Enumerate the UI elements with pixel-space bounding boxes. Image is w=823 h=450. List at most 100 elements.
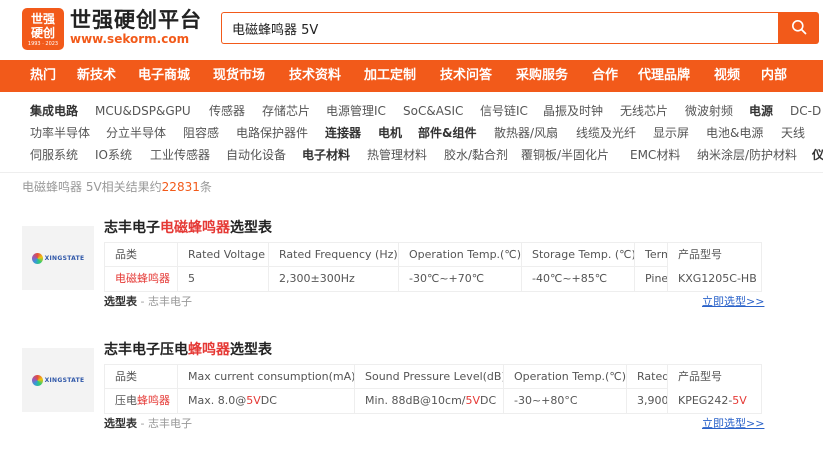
category-item[interactable]: 覆铜板/半固化片: [521, 144, 609, 166]
logo-line2: 硬创: [30, 26, 55, 40]
category-item[interactable]: 连接器: [325, 122, 361, 144]
table-cell: 5: [178, 267, 269, 291]
category-item[interactable]: 电源管理IC: [326, 100, 386, 122]
category-item[interactable]: 存储芯片: [262, 100, 310, 122]
card-title[interactable]: 志丰电子电磁蜂鸣器选型表: [104, 218, 272, 238]
card-title-highlight: 蜂鸣器: [188, 342, 230, 358]
nav-item-spot-market[interactable]: 现货市场: [213, 60, 265, 92]
meta-source: 志丰电子: [147, 417, 192, 430]
category-item[interactable]: 微波射频: [685, 100, 733, 122]
nav-item-brands[interactable]: 代理品牌: [638, 60, 690, 92]
category-item[interactable]: 电子材料: [302, 144, 350, 166]
table-cell: 压电蜂鸣器: [105, 389, 178, 413]
category-item[interactable]: 功率半导体: [30, 122, 90, 144]
meta-tag: 选型表: [104, 417, 137, 430]
meta-separator: -: [140, 295, 145, 308]
select-now-link[interactable]: 立即选型>>: [702, 416, 764, 432]
result-summary: 电磁蜂鸣器 5V相关结果约22831条: [22, 178, 212, 196]
category-prefix: 压电: [115, 394, 137, 407]
category-item[interactable]: 天线: [781, 122, 805, 144]
result-card: XINGSTATE 志丰电子压电蜂鸣器选型表 品类 Max current co…: [22, 340, 802, 436]
nav-item-tech-docs[interactable]: 技术资料: [289, 60, 341, 92]
cell-text: Min. 88dB@10cm/: [365, 394, 466, 407]
logo-text: XINGSTATE: [44, 254, 85, 262]
column-header: Max current consumption(mA): [178, 365, 355, 389]
category-item[interactable]: 纳米涂层/防护材料: [697, 144, 797, 166]
card-title-suffix: 选型表: [230, 342, 272, 358]
category-item[interactable]: 显示屏: [653, 122, 689, 144]
category-item[interactable]: 分立半导体: [106, 122, 166, 144]
nav-item-mall[interactable]: 电子商城: [138, 60, 190, 92]
category-item[interactable]: 传感器: [209, 100, 245, 122]
result-summary-prefix: 电磁蜂鸣器 5V相关结果约: [22, 180, 162, 194]
brand-logo[interactable]: XINGSTATE: [22, 348, 94, 412]
nav-item-hot[interactable]: 热门: [30, 60, 56, 92]
table-cell: KXG1205C-HB: [667, 267, 761, 291]
brand[interactable]: 世强硬创平台 www.sekorm.com: [70, 8, 202, 46]
main-nav: 热门 新技术 电子商城 现货市场 技术资料 加工定制 技术问答 采购服务 合作 …: [0, 60, 823, 92]
nav-item-cooperation[interactable]: 合作: [592, 60, 618, 92]
category-item[interactable]: 散热器/风扇: [494, 122, 558, 144]
category-item[interactable]: SoC&ASIC: [403, 100, 463, 122]
nav-item-internal[interactable]: 内部: [761, 60, 787, 92]
cell-text: KPEG242-: [678, 394, 733, 407]
nav-item-qa[interactable]: 技术问答: [440, 60, 492, 92]
table-cell: 电磁蜂鸣器: [105, 267, 178, 291]
nav-item-video[interactable]: 视频: [714, 60, 740, 92]
category-item[interactable]: 仪: [812, 144, 823, 166]
category-item[interactable]: 工业传感器: [150, 144, 210, 166]
nav-item-custom[interactable]: 加工定制: [364, 60, 416, 92]
column-header: Rated Frequency (Hz): [269, 243, 399, 267]
category-item[interactable]: 电路保护器件: [236, 122, 308, 144]
category-item[interactable]: 胶水/黏合剂: [444, 144, 508, 166]
table-cell: -30℃~+70℃: [399, 267, 522, 291]
brand-url: www.sekorm.com: [70, 32, 190, 46]
category-item[interactable]: 阻容感: [183, 122, 219, 144]
logo-mark-icon: [31, 252, 43, 264]
meta-separator: -: [140, 417, 145, 430]
xingstate-logo: XINGSTATE: [31, 374, 85, 386]
search-input[interactable]: [222, 13, 779, 43]
category-item[interactable]: 自动化设备: [226, 144, 286, 166]
table-cell: -30~+80°C: [504, 389, 627, 413]
category-item[interactable]: MCU&DSP&GPU: [95, 100, 191, 122]
column-header: Operation Temp.(℃): [399, 243, 522, 267]
spec-table: 品类 Rated Voltage Rated Frequency (Hz) Op…: [104, 242, 762, 292]
category-item[interactable]: 电机: [378, 122, 402, 144]
category-item[interactable]: 电池&电源: [706, 122, 763, 144]
table-row[interactable]: 电磁蜂鸣器 5 2,300±300Hz -30℃~+70℃ -40℃~+85℃ …: [105, 267, 761, 291]
brand-name: 世强硬创平台: [70, 8, 202, 32]
column-header: Sound Pressure Level(dB): [355, 365, 504, 389]
card-title-prefix: 志丰电子压电: [104, 342, 188, 358]
card-title-highlight: 电磁蜂鸣器: [160, 220, 230, 236]
search-icon: [791, 19, 807, 38]
spec-table: 品类 Max current consumption(mA) Sound Pre…: [104, 364, 762, 414]
divider: [0, 172, 823, 173]
category-item[interactable]: EMC材料: [630, 144, 680, 166]
category-item[interactable]: 线缆及光纤: [576, 122, 636, 144]
column-header: Storage Temp. (℃): [522, 243, 635, 267]
search-button[interactable]: [778, 12, 819, 44]
nav-item-new-tech[interactable]: 新技术: [77, 60, 116, 92]
category-item[interactable]: 信号链IC: [480, 100, 528, 122]
table-row[interactable]: 压电蜂鸣器 Max. 8.0@5VDC Min. 88dB@10cm/5VDC …: [105, 389, 761, 413]
table-cell: Min. 88dB@10cm/5VDC: [355, 389, 504, 413]
category-item[interactable]: 无线芯片: [620, 100, 668, 122]
category-item[interactable]: 热管理材料: [367, 144, 427, 166]
card-title[interactable]: 志丰电子压电蜂鸣器选型表: [104, 340, 272, 360]
category-item[interactable]: DC-D: [790, 100, 821, 122]
column-header: Operation Temp.(℃): [504, 365, 627, 389]
category-item[interactable]: IO系统: [95, 144, 132, 166]
category-item[interactable]: 部件&组件: [418, 122, 476, 144]
site-logo[interactable]: 世强 硬创 1993 · 2023: [22, 8, 64, 50]
logo-line3: 1993 · 2023: [27, 41, 59, 47]
result-summary-suffix: 条: [199, 180, 212, 194]
logo-text: XINGSTATE: [44, 376, 85, 384]
category-item[interactable]: 伺服系统: [30, 144, 78, 166]
brand-logo[interactable]: XINGSTATE: [22, 226, 94, 290]
select-now-link[interactable]: 立即选型>>: [702, 294, 764, 310]
category-item[interactable]: 集成电路: [30, 100, 78, 122]
category-item[interactable]: 晶振及时钟: [543, 100, 603, 122]
category-item[interactable]: 电源: [749, 100, 773, 122]
nav-item-purchase[interactable]: 采购服务: [516, 60, 568, 92]
